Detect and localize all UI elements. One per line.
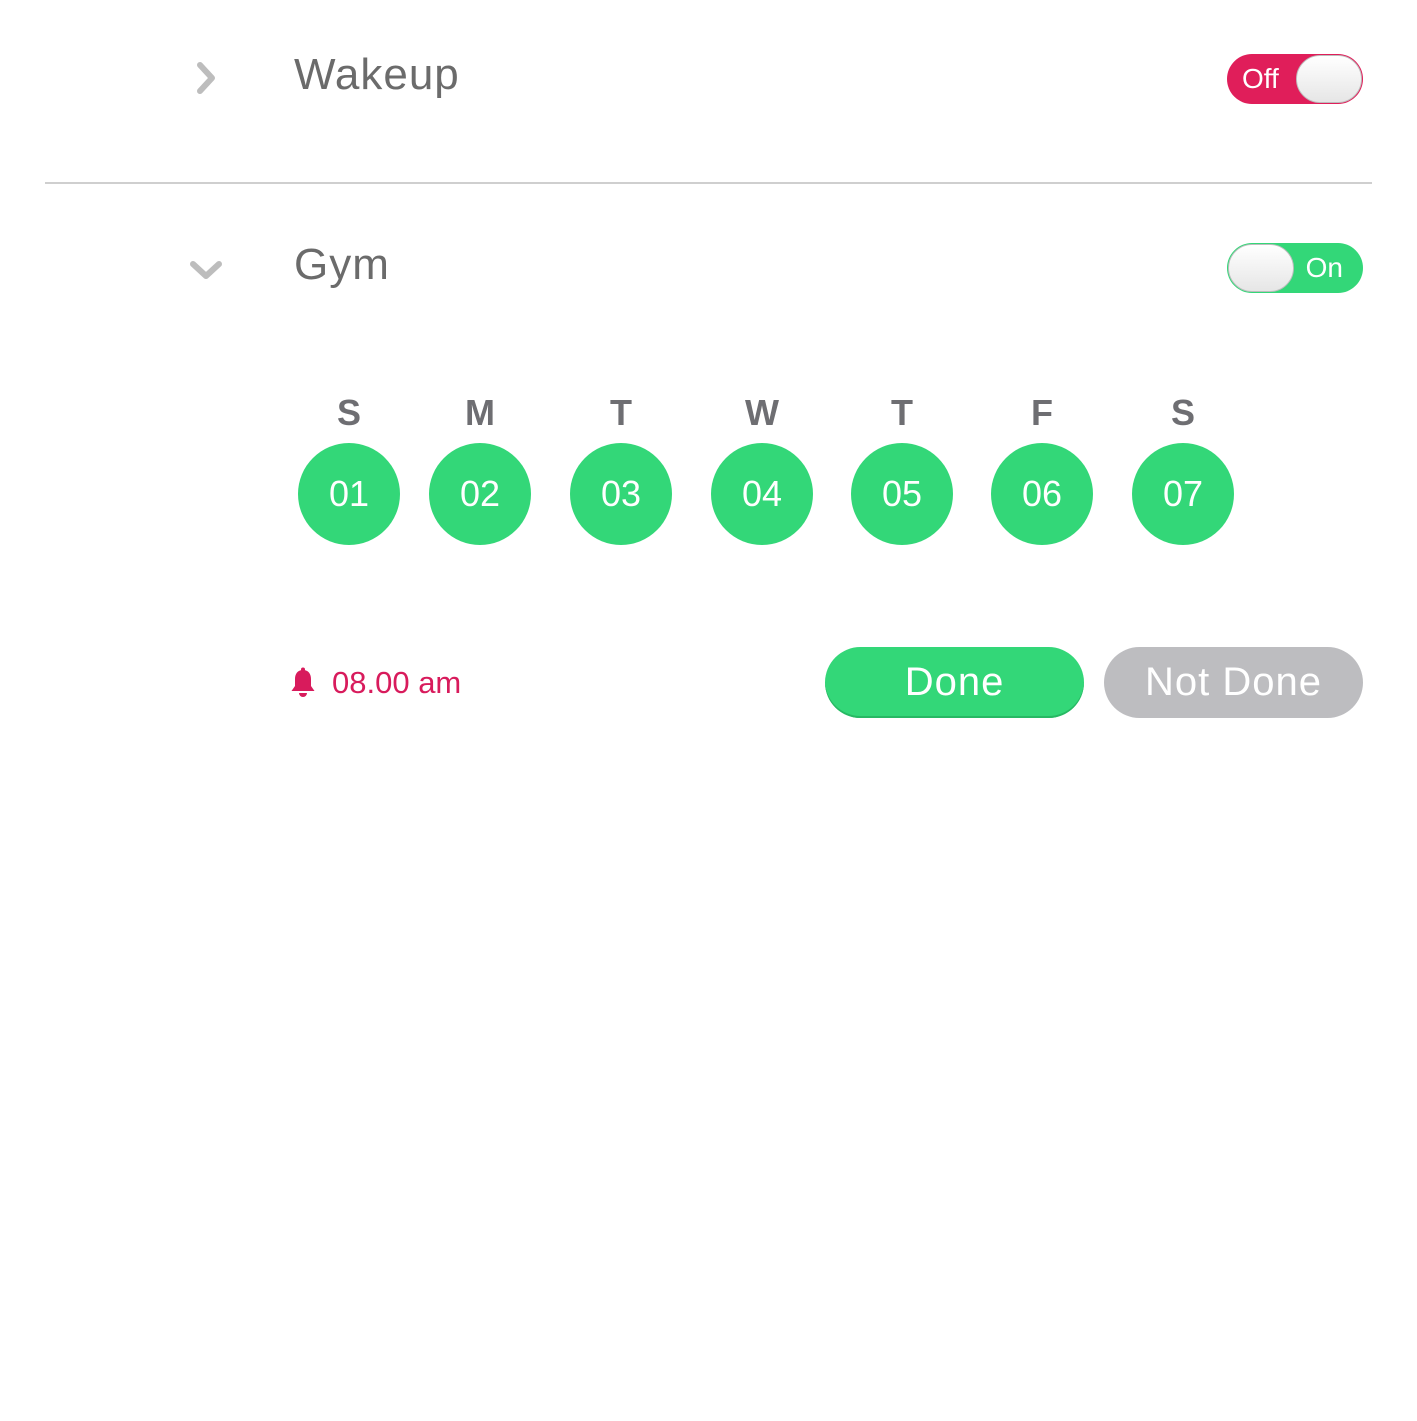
chevron-right-icon[interactable] <box>186 58 226 98</box>
reminder-time[interactable]: 08.00 am <box>288 660 461 706</box>
gym-toggle[interactable]: On <box>1227 243 1363 293</box>
day-letter: S <box>1170 392 1195 433</box>
alarm-list-screen: Wakeup Off Gym On S 01 M 02 T 03 W 04 T … <box>0 0 1417 1421</box>
day-letter: F <box>1031 392 1053 433</box>
day-toggle-05[interactable]: 05 <box>851 443 953 545</box>
done-button[interactable]: Done <box>825 647 1084 718</box>
day-toggle-01[interactable]: 01 <box>298 443 400 545</box>
toggle-label-on: On <box>1305 252 1343 283</box>
day-toggle-06[interactable]: 06 <box>991 443 1093 545</box>
toggle-knob <box>1228 244 1294 292</box>
day-column-thursday: T 05 <box>851 390 953 545</box>
alarm-row-wakeup[interactable]: Wakeup Off <box>0 30 1417 130</box>
toggle-knob <box>1296 55 1362 103</box>
day-toggle-02[interactable]: 02 <box>429 443 531 545</box>
wakeup-toggle[interactable]: Off <box>1227 54 1363 104</box>
day-column-wednesday: W 04 <box>711 390 813 545</box>
day-toggle-03[interactable]: 03 <box>570 443 672 545</box>
row-divider <box>45 182 1372 184</box>
day-letter: S <box>336 392 361 433</box>
day-column-saturday: S 07 <box>1132 390 1234 545</box>
bell-icon <box>291 667 315 697</box>
not-done-button[interactable]: Not Done <box>1104 647 1363 718</box>
toggle-label-off: Off <box>1242 63 1279 94</box>
day-column-sunday: S 01 <box>298 390 400 545</box>
day-column-friday: F 06 <box>991 390 1093 545</box>
reminder-time-text: 08.00 am <box>332 665 462 700</box>
day-letter: T <box>891 392 913 433</box>
day-letter: M <box>465 392 495 433</box>
day-toggle-07[interactable]: 07 <box>1132 443 1234 545</box>
day-column-monday: M 02 <box>429 390 531 545</box>
day-column-tuesday: T 03 <box>570 390 672 545</box>
day-letter: T <box>610 392 632 433</box>
alarm-row-gym[interactable]: Gym On <box>0 220 1417 320</box>
alarm-title-wakeup: Wakeup <box>294 50 460 99</box>
alarm-title-gym: Gym <box>294 240 390 289</box>
chevron-down-icon[interactable] <box>186 250 226 290</box>
day-letter: W <box>745 392 779 433</box>
day-toggle-04[interactable]: 04 <box>711 443 813 545</box>
